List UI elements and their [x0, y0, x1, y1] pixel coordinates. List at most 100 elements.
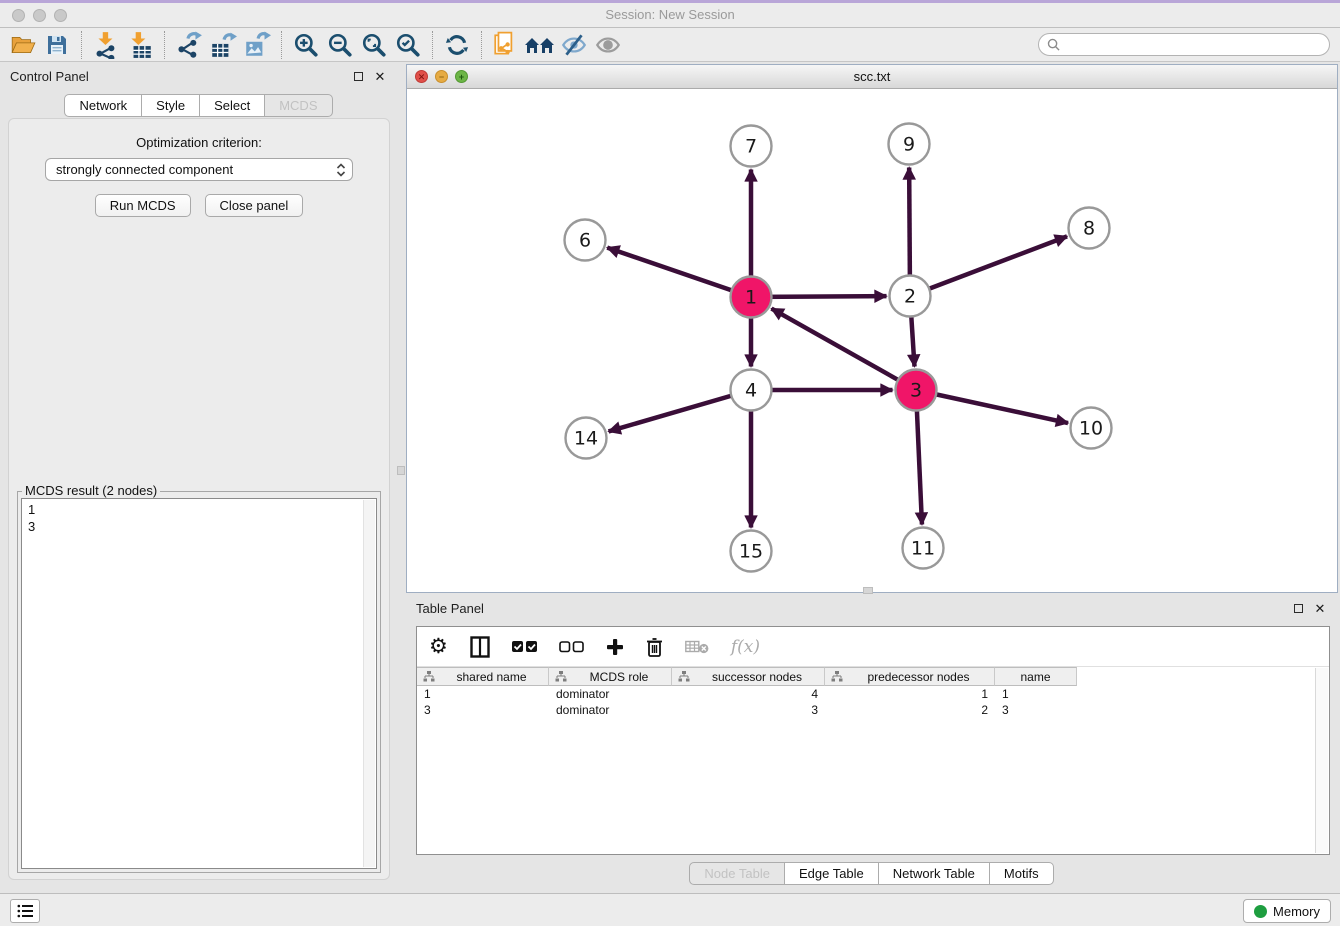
- column-tree-icon: [555, 671, 567, 682]
- node-15[interactable]: 15: [731, 531, 772, 572]
- table-tabs: Node TableEdge TableNetwork TableMotifs: [406, 862, 1338, 885]
- network-minimize-button[interactable]: −: [435, 70, 448, 83]
- network-maximize-button[interactable]: +: [455, 70, 468, 83]
- hide-selected-button[interactable]: [557, 30, 591, 60]
- node-14[interactable]: 14: [566, 418, 607, 459]
- node-8[interactable]: 8: [1069, 208, 1110, 249]
- export-table-icon: [209, 31, 237, 59]
- import-table-button[interactable]: [123, 30, 157, 60]
- float-icon: [1294, 604, 1303, 613]
- node-6[interactable]: 6: [565, 220, 606, 261]
- table-cell: dominator: [549, 686, 672, 702]
- select-all-button[interactable]: [512, 641, 537, 653]
- edge-3-10[interactable]: [916, 390, 1068, 423]
- refresh-button[interactable]: [440, 30, 474, 60]
- tab-select[interactable]: Select: [199, 94, 265, 117]
- node-3[interactable]: 3: [896, 370, 937, 411]
- zoom-fit-button[interactable]: [357, 30, 391, 60]
- open-session-button[interactable]: [6, 30, 40, 60]
- toggle-panel-button[interactable]: [470, 636, 490, 658]
- tab-motifs[interactable]: Motifs: [989, 862, 1054, 885]
- control-panel-close-button[interactable]: ✕: [372, 68, 388, 84]
- vertical-splitter-handle[interactable]: [397, 466, 405, 475]
- first-neighbors-button[interactable]: [523, 30, 557, 60]
- tab-edge-table[interactable]: Edge Table: [784, 862, 879, 885]
- node-7[interactable]: 7: [731, 126, 772, 167]
- zoom-in-button[interactable]: [289, 30, 323, 60]
- split-panel-icon: [470, 636, 490, 658]
- mcds-result-box[interactable]: 13: [21, 498, 377, 869]
- unchecked-boxes-icon: [559, 641, 584, 653]
- export-image-button[interactable]: [240, 30, 274, 60]
- export-table-button[interactable]: [206, 30, 240, 60]
- edge-2-8[interactable]: [910, 236, 1067, 296]
- node-10[interactable]: 10: [1071, 408, 1112, 449]
- export-network-icon: [175, 31, 203, 59]
- delete-column-button[interactable]: [646, 637, 663, 657]
- export-network-button[interactable]: [172, 30, 206, 60]
- new-network-from-selection-button[interactable]: [489, 30, 523, 60]
- column-header-successor-nodes[interactable]: successor nodes: [672, 667, 825, 686]
- edge-1-6[interactable]: [607, 248, 751, 297]
- tab-node-table[interactable]: Node Table: [689, 862, 785, 885]
- table-panel-title: Table Panel: [416, 601, 1284, 616]
- control-panel: Control Panel ✕ NetworkStyleSelectMCDS O…: [2, 64, 396, 884]
- tab-mcds[interactable]: MCDS: [264, 94, 332, 117]
- column-tree-icon: [831, 671, 843, 682]
- table-panel-float-button[interactable]: [1290, 600, 1306, 616]
- node-1[interactable]: 1: [731, 277, 772, 318]
- node-2[interactable]: 2: [890, 276, 931, 317]
- network-close-button[interactable]: ✕: [415, 70, 428, 83]
- title-bar: Session: New Session: [0, 0, 1340, 28]
- table-panel-close-button[interactable]: ✕: [1312, 600, 1328, 616]
- node-label: 3: [910, 380, 922, 402]
- table-row[interactable]: 1dominator411: [417, 686, 1329, 702]
- tab-network-table[interactable]: Network Table: [878, 862, 990, 885]
- node-label: 4: [745, 380, 757, 402]
- zoom-out-button[interactable]: [323, 30, 357, 60]
- tab-style[interactable]: Style: [141, 94, 200, 117]
- deselect-all-button[interactable]: [559, 641, 584, 653]
- horizontal-splitter-handle[interactable]: [863, 587, 873, 594]
- column-header-predecessor-nodes[interactable]: predecessor nodes: [825, 667, 995, 686]
- close-panel-button[interactable]: Close panel: [205, 194, 304, 217]
- memory-button[interactable]: Memory: [1243, 899, 1331, 923]
- search-box[interactable]: [1038, 33, 1330, 56]
- table-cell: 1: [995, 686, 1077, 702]
- node-label: 6: [579, 230, 591, 252]
- edge-3-1[interactable]: [771, 309, 916, 390]
- function-builder-button[interactable]: f(x): [731, 637, 760, 657]
- open-folder-icon: [10, 32, 36, 58]
- export-image-icon: [243, 31, 271, 59]
- table-scrollbar[interactable]: [1315, 668, 1328, 853]
- delete-table-button[interactable]: [685, 640, 709, 654]
- table-settings-button[interactable]: ⚙: [429, 636, 448, 657]
- column-header-mcds-role[interactable]: MCDS role: [549, 667, 672, 686]
- add-column-button[interactable]: [606, 638, 624, 656]
- column-header-name[interactable]: name: [995, 667, 1077, 686]
- node-9[interactable]: 9: [889, 124, 930, 165]
- import-network-button[interactable]: [89, 30, 123, 60]
- mcds-result-fieldset: MCDS result (2 nodes) 13: [17, 491, 381, 873]
- table-panel-header: Table Panel ✕: [406, 596, 1338, 620]
- column-header-shared-name[interactable]: shared name: [417, 667, 549, 686]
- toolbar-separator: [432, 31, 433, 59]
- control-panel-float-button[interactable]: [350, 68, 366, 84]
- task-history-button[interactable]: [10, 899, 40, 923]
- column-tree-icon: [423, 671, 435, 682]
- save-session-button[interactable]: [40, 30, 74, 60]
- run-mcds-button[interactable]: Run MCDS: [95, 194, 191, 217]
- search-input[interactable]: [1065, 38, 1321, 52]
- node-label: 10: [1079, 418, 1103, 440]
- node-4[interactable]: 4: [731, 370, 772, 411]
- tab-network[interactable]: Network: [64, 94, 142, 117]
- edge-4-14[interactable]: [609, 390, 751, 431]
- optimization-criterion-select[interactable]: strongly connected component: [45, 158, 353, 181]
- mcds-result-scrollbar[interactable]: [363, 500, 375, 867]
- table-row[interactable]: 3dominator323: [417, 702, 1329, 718]
- zoom-selected-button[interactable]: [391, 30, 425, 60]
- node-11[interactable]: 11: [903, 528, 944, 569]
- network-graph[interactable]: 7 9 6 8 1 2 4 3 14 10 15 11: [407, 89, 1337, 592]
- show-all-button[interactable]: [591, 30, 625, 60]
- network-canvas[interactable]: 7 9 6 8 1 2 4 3 14 10 15 11: [407, 89, 1337, 592]
